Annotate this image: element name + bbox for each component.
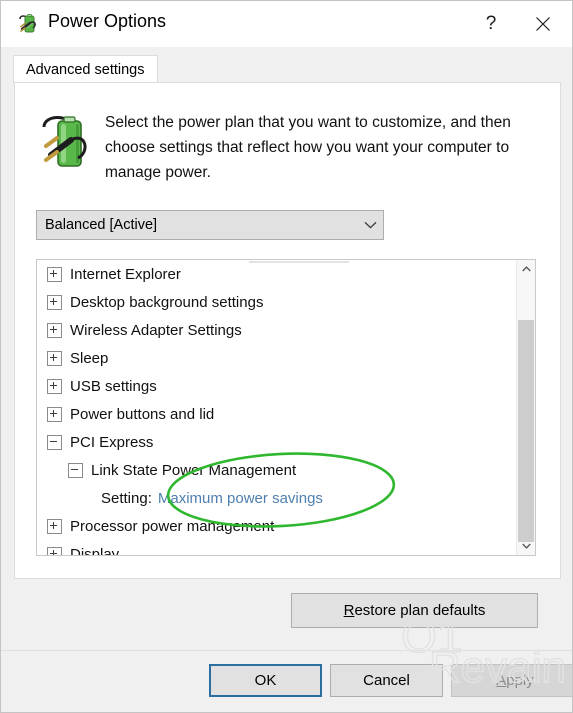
tree-row[interactable]: USB settings [37, 372, 516, 400]
power-plan-value: Balanced [Active] [45, 217, 158, 233]
tree-row-pci-express[interactable]: PCI Express [37, 428, 516, 456]
tree-item-label: Sleep [70, 349, 109, 367]
collapse-icon[interactable] [47, 434, 62, 450]
tree-item-label: Internet Explorer [70, 265, 181, 283]
apply-button: Apply [451, 664, 572, 697]
apply-mnemonic: A [496, 672, 507, 689]
tree-item-label: Display [70, 545, 120, 556]
help-icon: ? [485, 13, 497, 34]
expand-icon[interactable] [47, 546, 62, 555]
expand-icon[interactable] [47, 266, 62, 282]
scroll-down-icon[interactable] [517, 537, 535, 555]
tree-item-label: Wireless Adapter Settings [70, 321, 242, 339]
restore-mnemonic: R [343, 602, 355, 619]
expand-icon[interactable] [47, 322, 62, 338]
expand-icon[interactable] [47, 518, 62, 534]
description-text: Select the power plan that you want to c… [105, 114, 511, 181]
help-button[interactable]: ? [468, 1, 514, 47]
tree-row[interactable]: Display [37, 540, 516, 555]
tree-row-link-state-power-management[interactable]: Link State Power Management [37, 456, 516, 484]
restore-label: estore plan defaults [354, 602, 486, 619]
cancel-label: Cancel [363, 672, 410, 689]
tree-item-label: PCI Express [70, 433, 154, 451]
expand-icon[interactable] [47, 350, 62, 366]
tree-row[interactable]: Wireless Adapter Settings [37, 316, 516, 344]
ok-button[interactable]: OK [209, 664, 322, 697]
power-plug-battery-icon [19, 14, 36, 33]
tree-row[interactable]: Power buttons and lid [37, 400, 516, 428]
advanced-settings-listbox[interactable]: Internet Explorer Desktop background set… [36, 259, 536, 556]
tree-scrollbar[interactable] [516, 260, 535, 555]
ok-label: OK [254, 672, 277, 689]
tree-row[interactable]: Processor power management [37, 512, 516, 540]
title-bar: Power Options ? [1, 1, 572, 47]
tree-row-setting[interactable]: Setting: Maximum power savings [37, 484, 516, 512]
tree-row[interactable]: Internet Explorer [37, 260, 516, 288]
scroll-up-icon[interactable] [517, 260, 535, 278]
tree-row[interactable]: Sleep [37, 344, 516, 372]
expand-icon[interactable] [47, 378, 62, 394]
power-options-dialog: Power Options ? Advanced settings Select… [0, 0, 573, 713]
power-plan-dropdown[interactable]: Balanced [Active] [36, 210, 384, 240]
close-icon [536, 17, 550, 31]
collapse-icon[interactable] [68, 462, 83, 478]
tab-strip: Advanced settings [1, 47, 572, 83]
expand-icon[interactable] [47, 406, 62, 422]
tab-label: Advanced settings [26, 61, 145, 78]
tree-item-label: Desktop background settings [70, 293, 264, 311]
restore-plan-defaults-button[interactable]: Restore plan defaults [291, 593, 538, 628]
tree-item-label: Processor power management [70, 517, 275, 535]
tree-item-label: USB settings [70, 377, 157, 395]
tree-row[interactable]: Desktop background settings [37, 288, 516, 316]
setting-value-link[interactable]: Maximum power savings [158, 490, 323, 507]
dialog-button-bar: OK Cancel Apply [1, 650, 572, 712]
apply-label: pply [506, 672, 534, 689]
cancel-button[interactable]: Cancel [330, 664, 443, 697]
tab-content-panel: Select the power plan that you want to c… [14, 82, 561, 579]
scrollbar-thumb[interactable] [518, 320, 534, 542]
tab-advanced-settings[interactable]: Advanced settings [13, 55, 158, 83]
setting-label: Setting: [101, 489, 152, 507]
expand-icon[interactable] [47, 294, 62, 310]
tree-item-label: Link State Power Management [91, 461, 297, 479]
window-title: Power Options [48, 11, 167, 31]
settings-tree: Internet Explorer Desktop background set… [37, 260, 516, 555]
close-button[interactable] [520, 1, 566, 47]
chevron-down-icon [357, 221, 383, 229]
tree-item-label: Power buttons and lid [70, 405, 215, 423]
battery-plug-icon [42, 116, 87, 167]
